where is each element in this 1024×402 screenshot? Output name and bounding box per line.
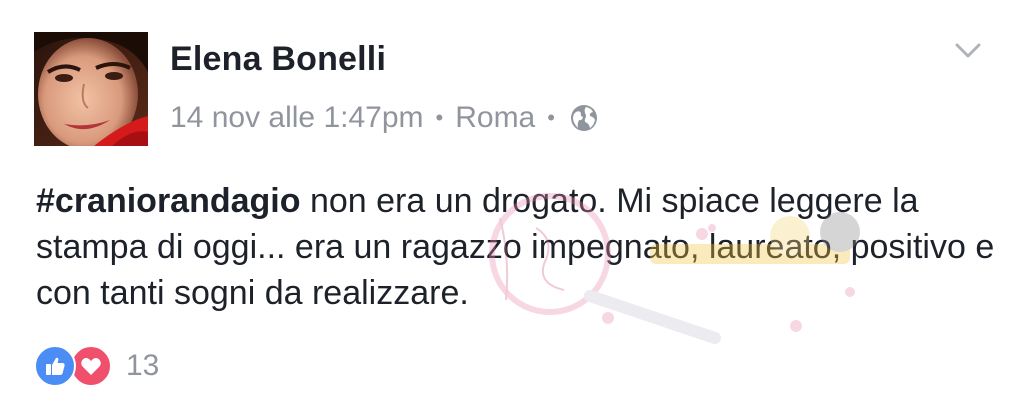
author-avatar[interactable] <box>34 32 148 146</box>
facebook-post: Elena Bonelli 14 nov alle 1:47pm • Roma … <box>0 0 1024 402</box>
post-body: #craniorandagio non era un drogato. Mi s… <box>36 178 1006 316</box>
globe-icon <box>569 103 599 133</box>
post-meta: 14 nov alle 1:47pm • Roma • <box>170 98 599 138</box>
reactions-bar[interactable]: 13 <box>34 344 159 388</box>
like-icon <box>34 345 76 387</box>
author-name[interactable]: Elena Bonelli <box>170 40 386 79</box>
heart-icon <box>70 345 112 387</box>
hashtag-link[interactable]: #craniorandagio <box>36 182 301 220</box>
meta-separator: • <box>547 105 555 130</box>
post-location[interactable]: Roma <box>455 101 535 135</box>
post-date[interactable]: 14 nov alle 1:47pm <box>170 101 424 135</box>
reaction-count[interactable]: 13 <box>126 349 159 383</box>
chevron-down-icon[interactable] <box>952 34 984 66</box>
meta-separator: • <box>435 105 444 130</box>
